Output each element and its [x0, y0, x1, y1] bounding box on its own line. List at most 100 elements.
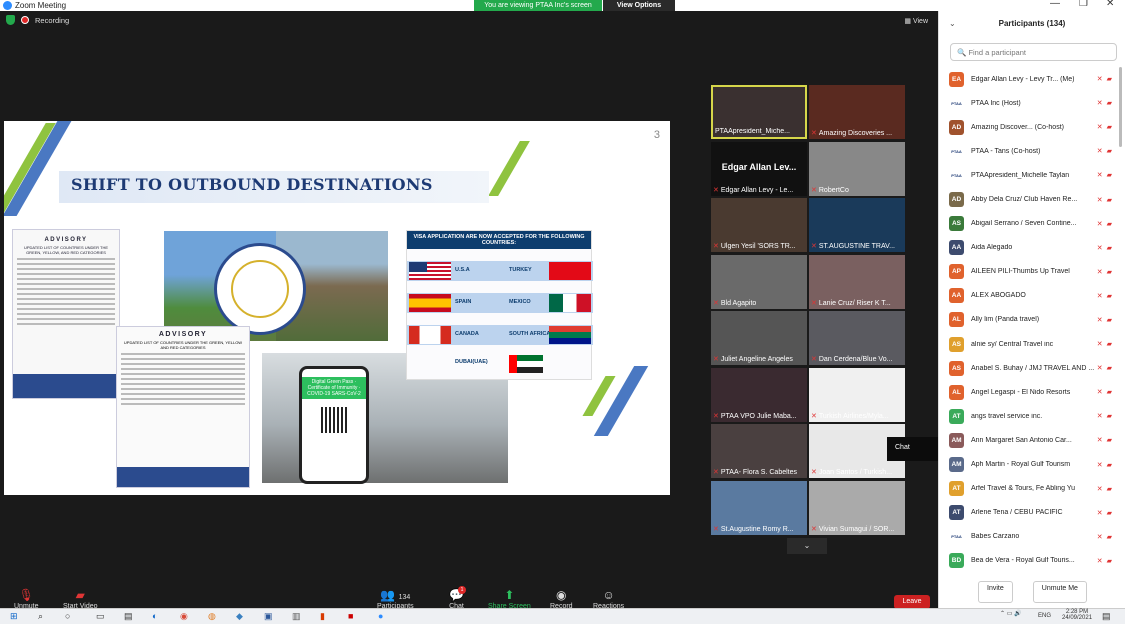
clock[interactable]: 2:28 PM 24/09/2021	[1062, 609, 1092, 621]
participant-row[interactable]: EA Edgar Allan Levy - Levy Tr... (Me) ✕ ▰	[939, 67, 1125, 91]
muted-mic-icon: ✕	[713, 186, 719, 194]
video-tile[interactable]: ✕ Amazing Discoveries ...	[809, 85, 905, 139]
video-tile[interactable]: ✕ PTAA VPO Julie Maba...	[711, 367, 807, 422]
security-shield-icon[interactable]	[6, 15, 15, 25]
collapse-chevron-icon[interactable]: ⌄	[949, 19, 956, 28]
photo-digital-green-pass-phone: Digital Green Pass · Certificate of Immu…	[299, 366, 369, 484]
advisory-2-heading: ADVISORY	[158, 331, 208, 338]
participant-row[interactable]: AT angs travel service inc. ✕ ▰	[939, 404, 1125, 428]
participant-avatar: AD	[949, 192, 964, 208]
recording-dot-icon	[21, 16, 29, 24]
app-icon[interactable]: ■	[348, 611, 353, 621]
video-tile[interactable]: ✕ RobertCo	[809, 141, 905, 196]
slide-page-number: 3	[653, 129, 660, 141]
chrome-icon[interactable]: ◉	[180, 611, 188, 622]
muted-mic-icon: ✕	[713, 525, 719, 533]
participant-row[interactable]: PTAA PTAApresident_Michelle Taylan ✕ ▰	[939, 163, 1125, 187]
store-icon[interactable]: ▤	[124, 611, 133, 622]
participant-row[interactable]: AA ALEX ABOGADO ✕ ▰	[939, 284, 1125, 308]
participant-row[interactable]: PTAA PTAA - Tans (Co-host) ✕ ▰	[939, 139, 1125, 163]
participant-row[interactable]: AS Abigail Serrano / Seven Contine... ✕ ▰	[939, 212, 1125, 236]
participant-row[interactable]: AS Anabel S. Buhay / JMJ TRAVEL AND ... ✕ ▰	[939, 356, 1125, 380]
video-tile[interactable]: ✕ St.Augustine Romy R...	[711, 480, 807, 535]
participant-row[interactable]: AA Aida Alegado ✕ ▰	[939, 236, 1125, 260]
invite-button[interactable]: Invite	[978, 581, 1013, 603]
zoom-taskbar-icon[interactable]: ●	[378, 611, 383, 621]
word-icon[interactable]: ▣	[264, 611, 273, 622]
participant-avatar: AM	[949, 457, 964, 473]
participant-row[interactable]: AT Arlene Tena / CEBU PACIFIC ✕ ▰	[939, 501, 1125, 525]
video-tile[interactable]: PTAApresident_Miche...	[711, 85, 807, 139]
app-icon[interactable]: ▥	[292, 611, 301, 622]
participant-avatar: AT	[949, 505, 964, 521]
turkey-flag-icon	[549, 262, 591, 280]
view-button[interactable]: ▦ View	[904, 17, 928, 25]
search-icon[interactable]: ⌕	[38, 611, 43, 622]
video-tile-label: Lanie Cruz/ Riser K T...	[818, 299, 891, 307]
participant-row[interactable]: AS alnie sy/ Central Travel inc ✕ ▰	[939, 332, 1125, 356]
participant-row[interactable]: BD Bea de Vera - Royal Gulf Touris... ✕ ▰	[939, 549, 1125, 573]
visa-country-canada: CANADA	[455, 331, 479, 337]
video-tile[interactable]: ✕ Ulgen Yesil 'SORS TR...	[711, 198, 807, 252]
app-icon[interactable]: ▮	[320, 611, 325, 622]
participant-row[interactable]: PTAA Babes Carzano ✕ ▰	[939, 525, 1125, 549]
participant-name: ALEX ABOGADO	[971, 292, 1026, 300]
participant-row[interactable]: PTAA PTAA Inc (Host) ✕ ▰	[939, 91, 1125, 115]
muted-mic-icon: ✕	[1096, 485, 1103, 493]
restore-icon[interactable]: ❐	[1079, 0, 1088, 9]
file-explorer-icon[interactable]: ▭	[96, 611, 105, 622]
participant-row[interactable]: AL Ally lim (Panda travel) ✕ ▰	[939, 308, 1125, 332]
video-off-icon: ▰	[1106, 461, 1112, 469]
leave-button[interactable]: Leave	[894, 595, 930, 609]
windows-start-icon[interactable]: ⊞	[10, 611, 18, 622]
share-screen-button[interactable]: ⬆ Share Screen	[488, 588, 531, 610]
firefox-icon[interactable]: ◍	[208, 611, 216, 622]
app-icon[interactable]: ◆	[236, 611, 243, 622]
participant-row[interactable]: AD Abby Dela Cruz/ Club Haven Re... ✕ ▰	[939, 187, 1125, 211]
chat-button[interactable]: 💬 1 Chat	[449, 586, 466, 610]
minimize-icon[interactable]: —	[1050, 0, 1060, 9]
video-tile[interactable]: ✕ PTAA- Flora S. Cabeltes	[711, 424, 807, 478]
participant-row[interactable]: AL Angel Legaspi - El Nido Resorts ✕ ▰	[939, 380, 1125, 404]
unmute-button[interactable]: 🎙 Unmute	[14, 588, 39, 610]
view-label: View	[912, 18, 928, 25]
participants-icon: 👥 134	[380, 588, 411, 602]
participant-avatar: PTAA	[949, 95, 964, 111]
video-tile[interactable]: ✕ Dan Cerdena/Blue Vo...	[809, 311, 905, 365]
video-tile[interactable]: ✕ Juliet Angeline Angeles	[711, 311, 807, 365]
record-button[interactable]: ◉ Record	[550, 588, 573, 610]
participant-search-input[interactable]: 🔍 Find a participant	[950, 43, 1117, 61]
video-tile-label: St.Augustine Romy R...	[720, 525, 794, 533]
video-tile[interactable]: ✕ Turkish Airlines/Myla...	[809, 367, 905, 422]
video-tile[interactable]: ✕ Bld Agapito	[711, 254, 807, 309]
participants-button[interactable]: 👥 134 Participants	[377, 588, 414, 610]
video-tile[interactable]: ✕ ST.AUGUSTINE TRAV...	[809, 198, 905, 252]
task-view-icon[interactable]: ○	[65, 611, 70, 621]
participant-row[interactable]: AM Aph Martin - Royal Gulf Tourism ✕ ▰	[939, 453, 1125, 477]
video-tile[interactable]: Edgar Allan Lev... ✕ Edgar Allan Levy - Le…	[711, 141, 807, 196]
start-video-button[interactable]: ▰ Start Video	[63, 588, 98, 610]
participant-row[interactable]: AD Amazing Discover... (Co-host) ✕ ▰	[939, 115, 1125, 139]
video-off-icon: ▰	[1106, 124, 1112, 132]
language-indicator[interactable]: ENG	[1038, 613, 1051, 619]
muted-mic-icon: ✕	[1096, 461, 1103, 469]
unmute-me-button[interactable]: Unmute Me	[1032, 581, 1087, 603]
reactions-button[interactable]: ☺ Reactions	[593, 588, 624, 610]
video-tile-name: ✕ Juliet Angeline Angeles	[713, 355, 805, 363]
participant-list-scrollbar[interactable]	[1119, 67, 1122, 147]
decor-stripe	[488, 141, 530, 196]
close-icon[interactable]: ✕	[1106, 0, 1114, 9]
edge-icon[interactable]: ◐	[152, 611, 157, 621]
window-title: Zoom Meeting	[15, 1, 67, 10]
video-tile[interactable]: ✕ Vivian Sumagui / SOR...	[809, 480, 905, 535]
chevron-down-icon[interactable]: ⌄	[787, 538, 827, 554]
video-tile[interactable]: ✕ Lanie Cruz/ Riser K T...	[809, 254, 905, 309]
notifications-icon[interactable]: ▤	[1102, 611, 1111, 622]
participant-status-icons: ✕ ▰	[1097, 509, 1112, 517]
participant-row[interactable]: AT Arfel Travel & Tours, Fe Abling Yu ✕ ▰	[939, 477, 1125, 501]
participant-row[interactable]: AP AILEEN PILI-Thumbs Up Travel ✕ ▰	[939, 260, 1125, 284]
participant-status-icons: ✕ ▰	[1097, 533, 1112, 541]
muted-mic-icon: ✕	[1096, 172, 1103, 180]
participant-row[interactable]: AM Ann Margaret San Antonio Car... ✕ ▰	[939, 428, 1125, 452]
view-options-button[interactable]: View Options	[603, 0, 675, 11]
